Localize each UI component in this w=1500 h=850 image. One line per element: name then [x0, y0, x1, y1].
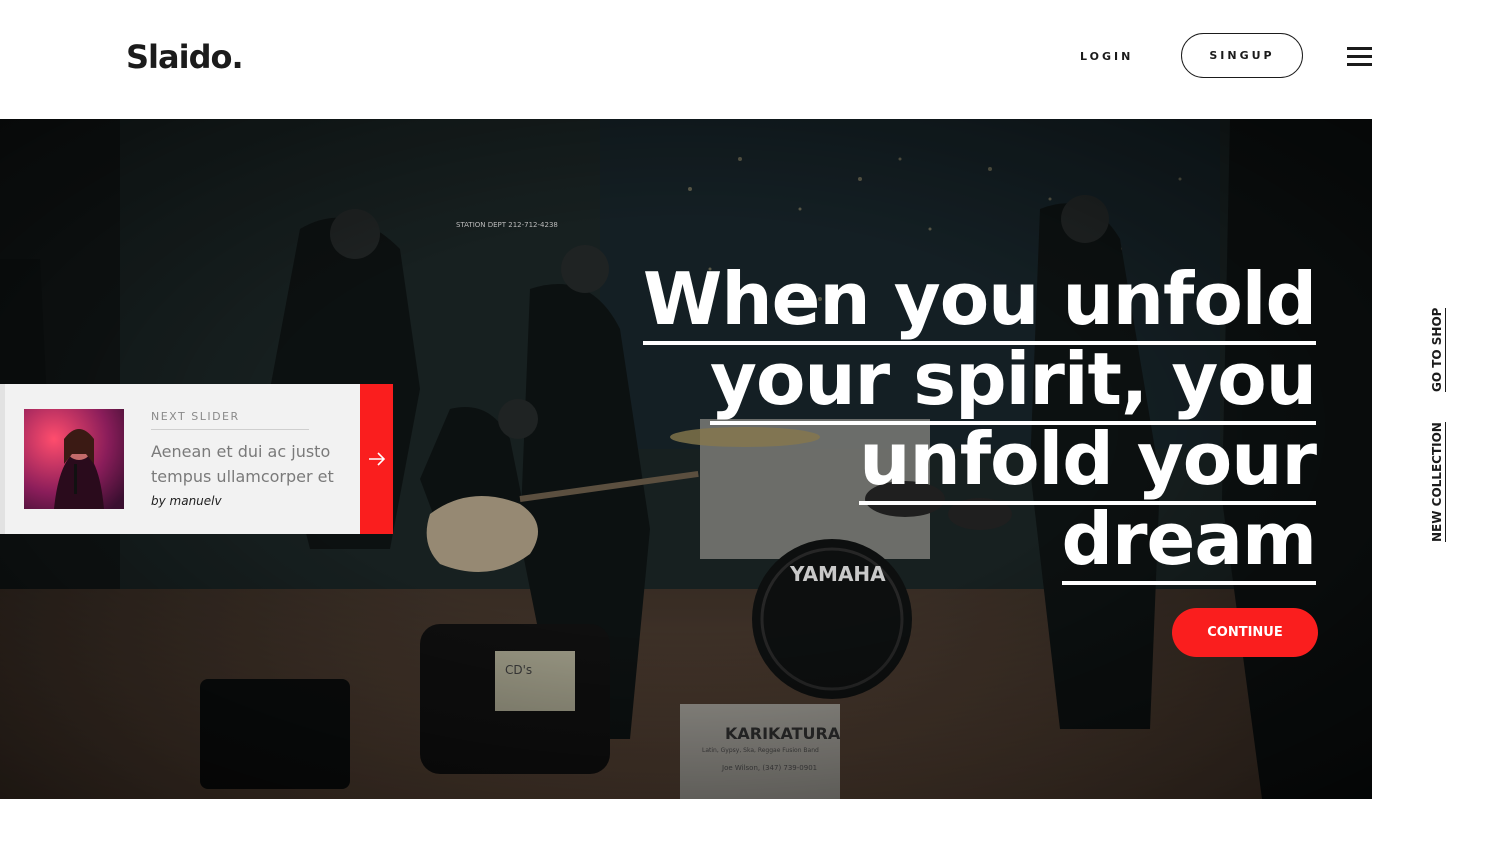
logo[interactable]: Slaido. — [126, 38, 244, 76]
photo-text-station: STATION DEPT 212-712-4238 — [456, 221, 558, 229]
go-to-shop-link[interactable]: GO TO SHOP — [1430, 307, 1446, 392]
next-slider-card[interactable]: NEXT SLIDER Aenean et dui ac justo tempu… — [0, 384, 360, 534]
next-slider-title[interactable]: Aenean et dui ac justo tempus ullamcorpe… — [151, 439, 336, 489]
headline-line: When you unfold — [642, 257, 1317, 345]
arrow-right-icon — [368, 452, 385, 466]
hero-headline: When you unfold your spirit, you unfold … — [556, 257, 1317, 585]
next-slider-author: by manuelv — [151, 494, 222, 508]
signup-button[interactable]: SINGUP — [1181, 33, 1303, 78]
hamburger-menu-icon[interactable] — [1347, 47, 1372, 67]
hero-slider: STATION DEPT 212-712-4238 YAMAHA KARIKAT… — [0, 119, 1372, 799]
photo-text-cd: CD's — [505, 663, 532, 677]
menu-bar — [1347, 63, 1372, 66]
next-slider-thumbnail[interactable] — [24, 409, 124, 509]
photo-text-sign-title: KARIKATURA — [725, 724, 841, 743]
photo-text-sign-contact: Joe Wilson, (347) 739-0901 — [721, 764, 817, 772]
login-link[interactable]: LOGIN — [1080, 50, 1133, 63]
singer-thumbnail-image — [24, 409, 124, 509]
headline-line: your spirit, you — [710, 337, 1317, 425]
headline-line: unfold your — [859, 417, 1317, 505]
next-slider-label: NEXT SLIDER — [151, 410, 309, 430]
photo-text-sign-sub: Latin, Gypsy, Ska, Reggae Fusion Band — [702, 747, 819, 754]
menu-bar — [1347, 55, 1372, 58]
menu-bar — [1347, 47, 1372, 50]
next-slide-button[interactable] — [360, 384, 393, 534]
new-collection-link[interactable]: NEW COLLECTION — [1430, 422, 1446, 542]
continue-button[interactable]: CONTINUE — [1172, 608, 1318, 657]
page: Slaido. LOGIN SINGUP STATION DEPT 212-71… — [0, 0, 1500, 850]
headline-line: dream — [1061, 497, 1317, 585]
